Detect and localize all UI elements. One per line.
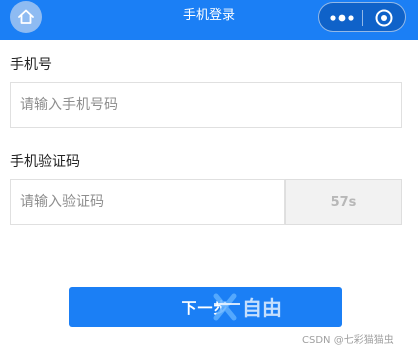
capsule-close-icon[interactable] [374,8,394,28]
code-input[interactable] [10,179,285,225]
phone-label: 手机号 [10,57,52,73]
code-label: 手机验证码 [10,154,80,170]
svg-text:自由: 自由 [242,296,282,320]
watermark-logo: 自由 [213,293,282,321]
nav-bar: 手机登录 [0,0,418,40]
phone-input[interactable] [10,82,402,128]
resend-countdown-button[interactable]: 57s [285,179,402,225]
watermark-text: CSDN @七彩猫猫虫 [302,335,394,346]
next-button[interactable]: 下一步 [69,287,342,327]
capsule-divider [362,10,363,26]
menu-capsule [318,2,406,32]
more-dots-icon[interactable] [329,13,355,23]
